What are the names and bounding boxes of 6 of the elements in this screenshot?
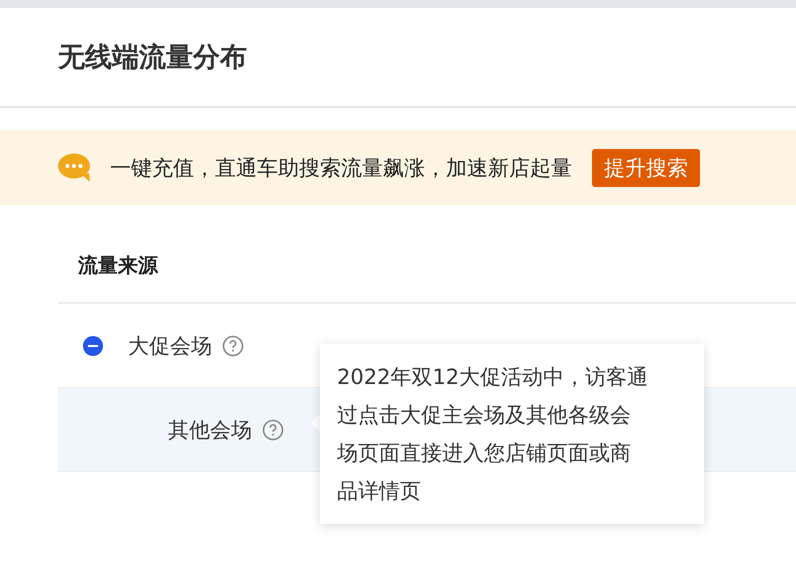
tooltip-text: 2022年双12大促活动中，访客通 过点击大促主会场及其他各级会 场页面直接进入您店铺页面或商 品详情页: [337, 364, 650, 505]
row-label: 大促会场: [128, 332, 212, 360]
page-title: 无线端流量分布: [58, 41, 247, 75]
row-label: 其他会场: [168, 416, 252, 444]
column-header: 流量来源: [58, 229, 796, 304]
banner-text: 一键充值，直通车助搜索流量飙涨，加速新店起量: [110, 154, 572, 182]
